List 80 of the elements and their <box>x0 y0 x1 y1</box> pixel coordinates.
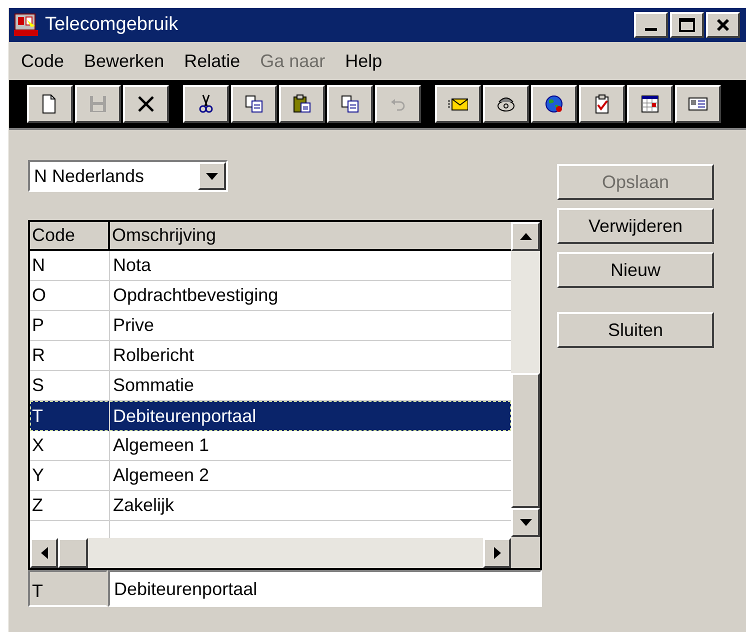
toolbar-button[interactable] <box>579 85 625 123</box>
table-cell: S <box>30 371 110 400</box>
left-arrow-icon <box>40 547 48 559</box>
table-cell: Y <box>30 461 110 490</box>
calendar-icon <box>640 94 660 114</box>
scroll-down-button[interactable] <box>511 508 540 537</box>
table-cell-text: Sommatie <box>112 374 196 397</box>
column-header[interactable]: Omschrijving <box>110 222 511 249</box>
scrollbar-corner <box>511 537 540 568</box>
toolbar-button[interactable] <box>27 85 73 123</box>
menu-item[interactable]: Bewerken <box>78 48 170 74</box>
table-cell-text: Nota <box>112 254 152 277</box>
minimize-button[interactable] <box>634 12 668 38</box>
minimize-icon <box>645 28 657 31</box>
table-cell: R <box>30 341 110 370</box>
action-button[interactable]: Sluiten <box>557 312 714 348</box>
table-cell-text: Algemeen 2 <box>112 464 210 487</box>
table-cell: T <box>30 401 110 431</box>
dropdown-value: N Nederlands <box>33 164 146 188</box>
copy-icon <box>340 94 360 114</box>
column-header[interactable]: Code <box>30 222 110 249</box>
toolbar-button[interactable] <box>231 85 277 123</box>
action-button[interactable]: Nieuw <box>557 252 714 288</box>
table-row[interactable]: R Rolbericht <box>30 341 511 371</box>
description-field[interactable]: Debiteurenportaal <box>108 570 542 607</box>
table-cell-text: Debiteurenportaal <box>112 404 258 428</box>
window-title: Telecomgebruik <box>45 12 180 37</box>
up-arrow-icon <box>520 233 532 240</box>
down-arrow-icon <box>520 519 532 526</box>
table-cell: O <box>30 281 110 310</box>
maximize-button[interactable] <box>670 12 704 38</box>
scroll-right-button[interactable] <box>483 538 511 568</box>
table-row[interactable]: X Algemeen 1 <box>30 431 511 461</box>
close-button[interactable] <box>706 12 740 38</box>
toolbar-button[interactable] <box>279 85 325 123</box>
menu-item[interactable]: Relatie <box>178 48 246 74</box>
right-arrow-icon <box>494 547 500 559</box>
table-row[interactable]: P Prive <box>30 311 511 341</box>
vertical-scrollbar[interactable] <box>511 222 540 568</box>
clipboard-icon <box>292 94 312 114</box>
copy-icon <box>244 94 264 114</box>
toolbar-button[interactable] <box>435 85 481 123</box>
toolbar-button[interactable] <box>123 85 169 123</box>
table-row[interactable]: T Debiteurenportaal <box>30 401 511 431</box>
scroll-up-button[interactable] <box>511 222 540 251</box>
toolbar-button[interactable] <box>531 85 577 123</box>
app-icon <box>13 12 39 38</box>
scroll-left-button[interactable] <box>30 538 58 568</box>
table-cell-text: Rolbericht <box>112 344 196 367</box>
toolbar-button[interactable] <box>627 85 673 123</box>
menu-item[interactable]: Code <box>15 48 70 74</box>
dropdown-arrow-button[interactable] <box>198 162 226 190</box>
language-dropdown[interactable]: N Nederlands <box>28 160 228 192</box>
table-cell-text: Opdrachtbevestiging <box>112 284 280 307</box>
table-cell: N <box>30 251 110 280</box>
toolbar-button[interactable] <box>327 85 373 123</box>
table-row[interactable]: N Nota <box>30 251 511 281</box>
scroll-thumb[interactable] <box>511 373 540 508</box>
table-row[interactable]: O Opdrachtbevestiging <box>30 281 511 311</box>
table-cell-text: Zakelijk <box>112 494 176 517</box>
horizontal-scrollbar[interactable] <box>30 538 511 568</box>
table-cell: Z <box>30 491 110 520</box>
globe-icon <box>544 94 564 114</box>
toolbar-button[interactable] <box>183 85 229 123</box>
close-icon <box>716 18 730 32</box>
table-cell: X <box>30 431 110 460</box>
toolbar-button[interactable] <box>483 85 529 123</box>
table-row[interactable]: Y Algemeen 2 <box>30 461 511 491</box>
table-cell-text: Prive <box>112 314 156 337</box>
code-field[interactable]: T <box>28 570 108 607</box>
caret-icon <box>206 172 218 180</box>
maximize-icon <box>679 18 695 32</box>
scroll-thumb[interactable] <box>58 538 88 568</box>
toolbar-button[interactable] <box>675 85 721 123</box>
table-row[interactable]: Z Zakelijk <box>30 491 511 521</box>
action-button[interactable]: Verwijderen <box>557 208 714 244</box>
table-cell-text: Algemeen 1 <box>112 434 210 457</box>
delete-icon <box>136 94 156 114</box>
menu-item[interactable]: Help <box>339 48 388 74</box>
table-cell: P <box>30 311 110 340</box>
